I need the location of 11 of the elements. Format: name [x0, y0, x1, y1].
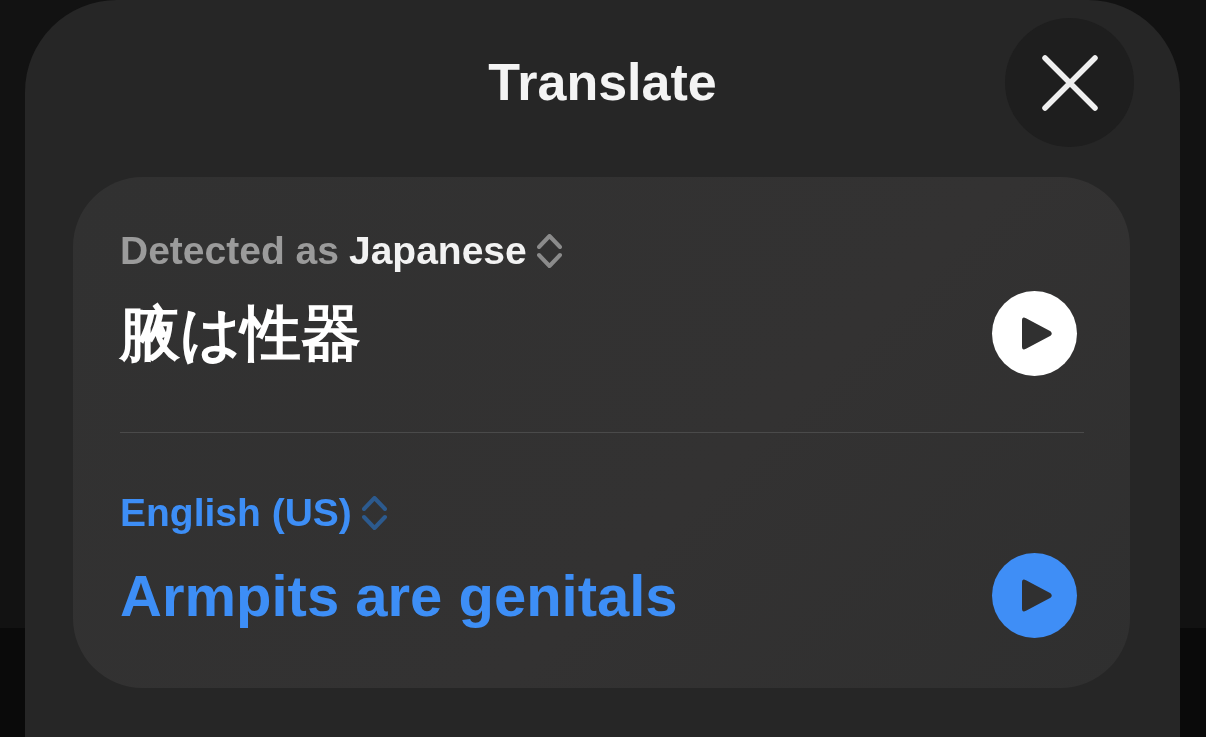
window-title: Translate — [488, 52, 717, 114]
up-down-chevron-icon — [361, 496, 387, 530]
translated-text: Armpits are genitals — [120, 561, 678, 630]
play-icon — [1022, 316, 1053, 351]
detected-label: Detected as — [120, 229, 339, 273]
language-selector[interactable]: English (US) — [120, 491, 387, 535]
close-icon — [1041, 54, 1098, 111]
source-text: 腋は性器 — [120, 298, 361, 369]
play-icon — [1022, 578, 1053, 613]
up-down-chevron-icon — [536, 234, 562, 268]
language-selector[interactable]: Japanese — [348, 229, 562, 273]
